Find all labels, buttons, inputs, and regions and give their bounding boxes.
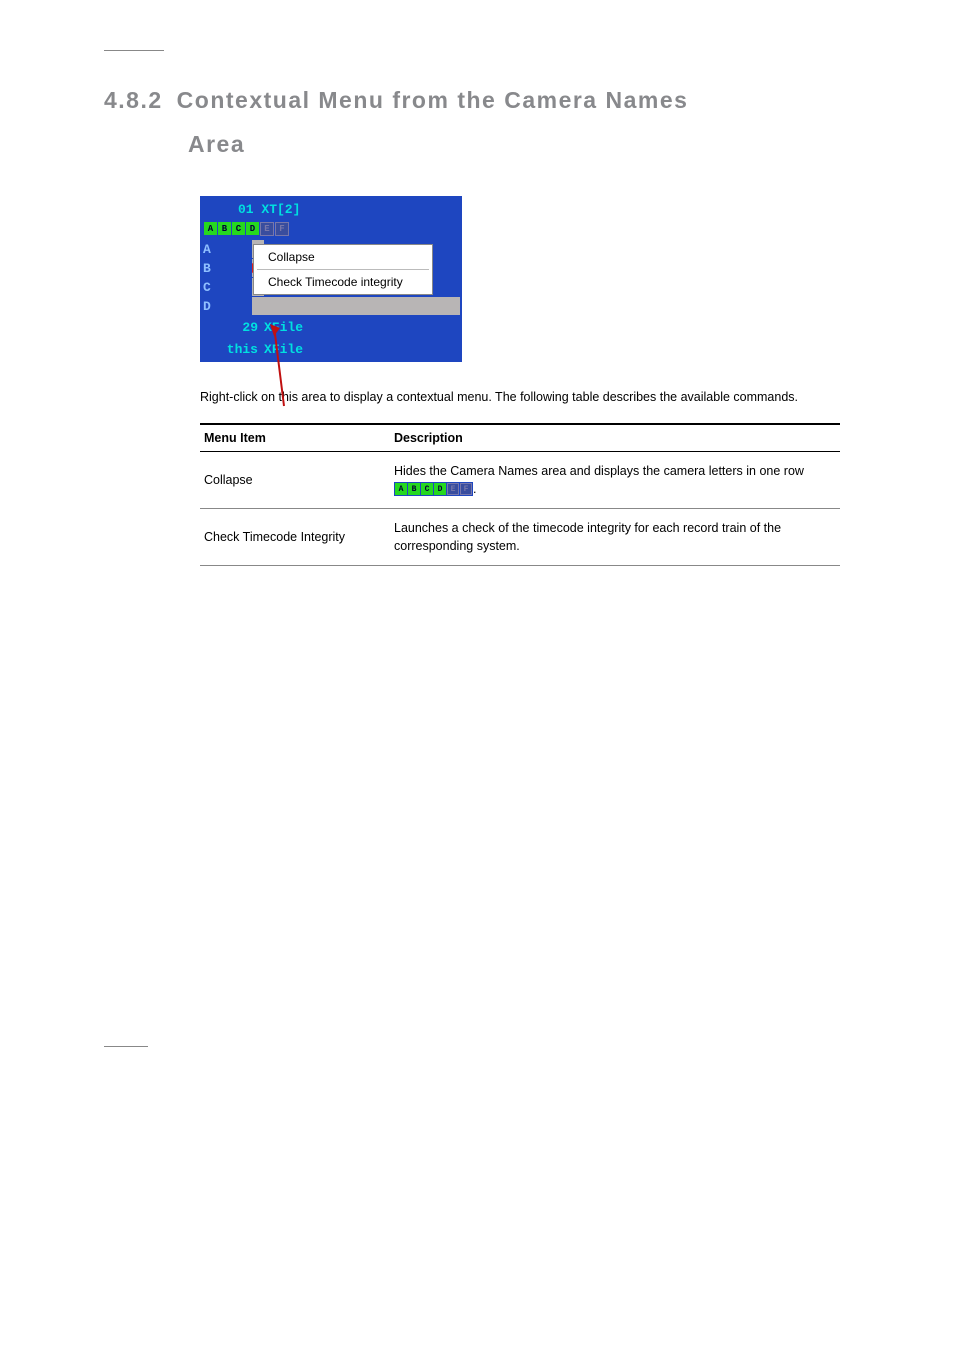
xt-header-area: 01 XT[2] A B C D E F <box>200 196 462 240</box>
heading-title-line2: Area <box>188 123 245 167</box>
table-row: Check Timecode Integrity Launches a chec… <box>200 508 840 565</box>
table-row: Collapse Hides the Camera Names area and… <box>200 451 840 508</box>
channel-badge-row: A B C D E F <box>200 220 460 238</box>
channel-badge-b: B <box>408 483 420 495</box>
channel-badge-c[interactable]: C <box>232 222 245 235</box>
camera-row: D <box>200 297 460 316</box>
xt-header-label: 01 XT[2] <box>238 202 300 217</box>
desc-suffix: . <box>473 482 476 496</box>
table-cell-item: Check Timecode Integrity <box>200 508 390 565</box>
camera-label[interactable]: A <box>200 240 252 258</box>
screenshot-figure: 01 XT[2] A B C D E F A B C D <box>200 196 462 362</box>
channel-badge-d: D <box>434 483 446 495</box>
xfile-dark <box>336 316 460 338</box>
xt-header: 01 XT[2] <box>200 198 460 220</box>
figure-caption: Right-click on this area to display a co… <box>200 388 854 406</box>
xfile-left: this <box>200 342 262 357</box>
xfile-rows: 29 XFile this XFile <box>200 316 462 362</box>
commands-table: Menu Item Description Collapse Hides the… <box>200 423 840 567</box>
camera-rest <box>264 297 460 315</box>
table-cell-desc: Launches a check of the timecode integri… <box>390 508 840 565</box>
table-header-desc: Description <box>390 424 840 452</box>
heading-title-line1: Contextual Menu from the Camera Names <box>177 87 689 113</box>
table-header-item: Menu Item <box>200 424 390 452</box>
xfile-row: 29 XFile <box>200 316 460 338</box>
camera-label[interactable]: B <box>200 259 252 277</box>
channel-badge-f: F <box>460 483 472 495</box>
xfile-left: 29 <box>200 320 262 335</box>
heading-number: 4.8.2 <box>104 79 163 123</box>
channel-badge-c: C <box>421 483 433 495</box>
menu-item-collapse[interactable]: Collapse <box>254 247 432 267</box>
xfile-dark <box>336 338 460 360</box>
channel-badge-b[interactable]: B <box>218 222 231 235</box>
context-menu: Collapse Check Timecode integrity <box>253 244 433 295</box>
channel-badge-d[interactable]: D <box>246 222 259 235</box>
xfile-row: this XFile <box>200 338 460 360</box>
table-cell-desc: Hides the Camera Names area and displays… <box>390 451 840 508</box>
menu-item-check-timecode[interactable]: Check Timecode integrity <box>254 272 432 292</box>
bottom-rule <box>104 1046 148 1047</box>
top-rule <box>104 50 164 51</box>
channel-badge-e[interactable]: E <box>260 222 274 236</box>
section-heading: 4.8.2 Contextual Menu from the Camera Nam… <box>104 79 854 166</box>
channel-badge-a[interactable]: A <box>204 222 217 235</box>
desc-prefix: Hides the Camera Names area and displays… <box>394 464 804 478</box>
channel-badge-e: E <box>447 483 459 495</box>
channel-badge-a: A <box>395 483 407 495</box>
table-cell-item: Collapse <box>200 451 390 508</box>
menu-separator <box>257 269 429 270</box>
camera-label[interactable]: C <box>200 278 252 296</box>
channel-badge-f[interactable]: F <box>275 222 289 236</box>
inline-channel-badges: A B C D E F <box>394 482 473 496</box>
xfile-right: XFile <box>262 320 336 335</box>
xfile-right: XFile <box>262 342 336 357</box>
camera-label[interactable]: D <box>200 297 252 315</box>
camera-tick <box>252 297 264 315</box>
